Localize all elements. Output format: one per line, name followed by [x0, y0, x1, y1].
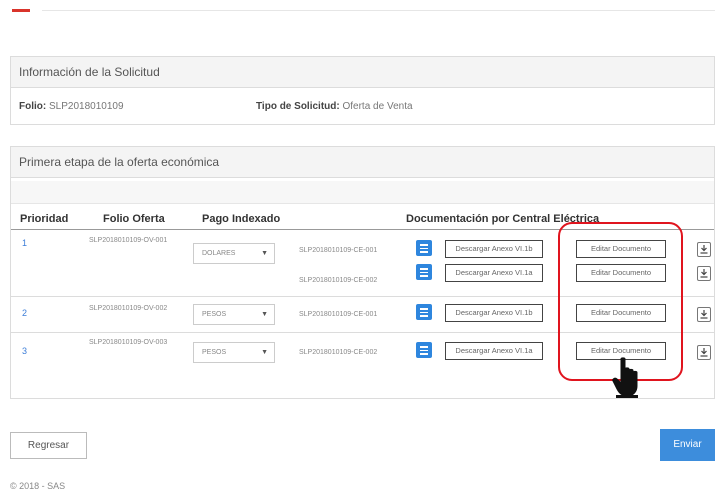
offer-stage-title: Primera etapa de la oferta económica: [11, 147, 714, 178]
footer-copyright: © 2018 - SAS: [10, 481, 66, 491]
central-id: SLP2018010109-CE-001: [299, 247, 378, 254]
request-info-title: Información de la Solicitud: [11, 57, 714, 88]
currency-select[interactable]: DOLARES ▼: [193, 243, 275, 264]
folio-info: Folio: SLP2018010109: [19, 101, 124, 112]
currency-select-value: DOLARES: [202, 250, 236, 257]
folio-value: SLP2018010109: [49, 101, 124, 112]
active-tab-indicator: [12, 9, 30, 12]
list-document-icon[interactable]: [416, 264, 432, 280]
col-folio-oferta: Folio Oferta: [103, 213, 165, 225]
pointer-hand-icon: [612, 357, 646, 404]
download-icon[interactable]: [697, 266, 711, 281]
folio-oferta-value: SLP2018010109-OV-002: [89, 305, 168, 312]
table-toolbar: [11, 181, 714, 204]
tipo-info: Tipo de Solicitud: Oferta de Venta: [256, 101, 413, 112]
list-document-icon[interactable]: [416, 240, 432, 256]
folio-label: Folio:: [19, 101, 47, 112]
currency-select-value: PESOS: [202, 349, 227, 356]
priority-value: 3: [22, 346, 28, 356]
central-id: SLP2018010109-CE-002: [299, 349, 378, 356]
folio-oferta-value: SLP2018010109-OV-003: [89, 339, 168, 346]
central-id: SLP2018010109-CE-002: [299, 277, 378, 284]
dropdown-arrow-icon: ▼: [261, 349, 268, 356]
list-document-icon[interactable]: [416, 342, 432, 358]
dropdown-arrow-icon: ▼: [261, 311, 268, 318]
top-divider: [42, 10, 715, 11]
download-icon[interactable]: [697, 345, 711, 360]
col-prioridad: Prioridad: [20, 213, 69, 225]
download-annex-button[interactable]: Descargar Anexo VI.1b: [445, 240, 543, 258]
tipo-label: Tipo de Solicitud:: [256, 101, 340, 112]
tipo-value: Oferta de Venta: [342, 101, 413, 112]
col-pago-indexado: Pago Indexado: [202, 213, 281, 225]
priority-value: 2: [22, 308, 28, 318]
currency-select[interactable]: PESOS ▼: [193, 342, 275, 363]
download-annex-button[interactable]: Descargar Anexo VI.1a: [445, 342, 543, 360]
list-document-icon[interactable]: [416, 304, 432, 320]
send-button[interactable]: Enviar: [660, 429, 715, 461]
folio-oferta-value: SLP2018010109-OV-001: [89, 237, 168, 244]
dropdown-arrow-icon: ▼: [261, 250, 268, 257]
priority-value: 1: [22, 238, 28, 248]
download-icon[interactable]: [697, 307, 711, 322]
download-annex-button[interactable]: Descargar Anexo VI.1b: [445, 304, 543, 322]
currency-select-value: PESOS: [202, 311, 227, 318]
currency-select[interactable]: PESOS ▼: [193, 304, 275, 325]
central-id: SLP2018010109-CE-001: [299, 311, 378, 318]
download-annex-button[interactable]: Descargar Anexo VI.1a: [445, 264, 543, 282]
back-button[interactable]: Regresar: [10, 432, 87, 459]
download-icon[interactable]: [697, 242, 711, 257]
request-info-panel: Información de la Solicitud Folio: SLP20…: [10, 56, 715, 125]
